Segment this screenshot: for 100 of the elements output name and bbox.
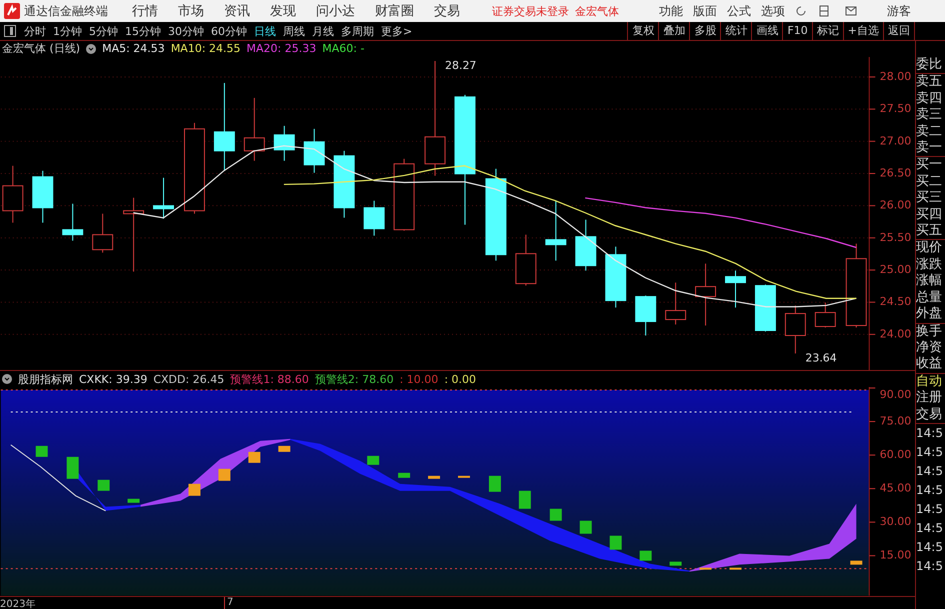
quote-label: 买二	[916, 174, 943, 190]
high-price-label: 28.27	[445, 58, 476, 72]
candlestick	[274, 125, 295, 162]
indicator-value: 预警线1: 88.60	[230, 372, 309, 387]
candlestick	[62, 203, 84, 242]
indicator-value: MA20: 25.33	[246, 42, 316, 56]
candlestick	[32, 170, 54, 224]
period-tab[interactable]: 分时	[24, 24, 46, 38]
quote-label: 交易	[916, 406, 943, 423]
trade-time: 14:5	[916, 482, 944, 499]
menu-item[interactable]: 选项	[761, 2, 785, 20]
candlestick	[754, 284, 776, 332]
toolbar-button[interactable]: 统计	[720, 22, 752, 40]
quote-label: 收益	[916, 356, 943, 373]
trade-time: 14:5	[916, 538, 944, 556]
trade-time: 14:5	[916, 444, 944, 461]
indicator-value: MA60: -	[322, 42, 364, 56]
menu-item[interactable]: 发现	[270, 2, 296, 20]
menu-item[interactable]: 公式	[727, 2, 751, 20]
menu-item[interactable]: 市场	[178, 2, 204, 20]
candlestick	[814, 302, 836, 328]
period-tab[interactable]: 多周期	[341, 24, 374, 38]
menu-item[interactable]: 问小达	[316, 2, 355, 20]
quote-label: 净资	[916, 340, 943, 356]
menu-item[interactable]: 财富圈	[375, 2, 414, 20]
quote-label: 买四	[916, 206, 943, 224]
candlestick	[545, 200, 566, 262]
axis-label: 25.50	[880, 230, 912, 244]
indicator-value: : 0.00	[444, 372, 476, 386]
candlestick	[244, 97, 265, 162]
period-tab[interactable]: 月线	[312, 24, 334, 38]
mail-icon[interactable]	[845, 6, 857, 16]
indicator-value: MA10: 24.55	[170, 42, 241, 56]
candlestick	[635, 295, 656, 336]
toolbar-button[interactable]: 叠加	[658, 22, 690, 40]
chart-title: 金宏气体 (日线)	[2, 41, 80, 56]
quote-label: 涨幅	[916, 273, 943, 290]
period-tab[interactable]: 5分钟	[89, 24, 118, 38]
candlestick	[364, 200, 385, 236]
quote-label: 注册	[916, 390, 943, 407]
panel-toggle-icon[interactable]	[4, 25, 16, 37]
candlestick	[92, 213, 114, 254]
trade-time: 14:5	[916, 520, 944, 537]
toolbar-button[interactable]: F10	[782, 22, 812, 40]
period-tab[interactable]: 60分钟	[211, 24, 247, 38]
quote-label: 总量	[916, 290, 943, 306]
toolbar-button[interactable]: 返回	[883, 22, 914, 40]
quote-label: 卖二	[916, 124, 943, 140]
indicator-value: : 10.00	[400, 372, 438, 386]
trade-time: 14:5	[916, 462, 944, 480]
trade-time: 14:5	[916, 500, 944, 518]
menu-item[interactable]: 版面	[693, 2, 717, 20]
indicator-value: MA5: 24.53	[102, 42, 165, 56]
menu-item[interactable]: 功能	[659, 2, 683, 20]
axis-label: 24.00	[880, 327, 912, 340]
period-tab[interactable]: 15分钟	[125, 24, 161, 38]
candlestick	[665, 282, 686, 325]
quote-label: 自动	[916, 374, 943, 390]
candlestick	[304, 128, 325, 174]
stock-name: 金宏气体	[575, 4, 619, 18]
refresh-icon[interactable]	[795, 5, 807, 17]
candlestick	[153, 177, 174, 220]
period-tab[interactable]: 日线	[254, 24, 276, 38]
axis-label: 25.00	[880, 263, 912, 276]
toolbar-button[interactable]: 多股	[689, 22, 720, 40]
menu-item[interactable]: 行情	[132, 2, 158, 20]
login-notice: 证券交易未登录	[492, 4, 569, 18]
axis-label: 60.00	[880, 448, 912, 462]
toolbar-button[interactable]: 画线	[751, 22, 782, 40]
quote-label: 涨跌	[916, 256, 943, 274]
axis-label: 26.00	[880, 198, 912, 212]
quote-label: 换手	[916, 324, 943, 340]
user-name[interactable]: 游客	[887, 2, 911, 20]
menu-item[interactable]: 交易	[434, 2, 460, 20]
settings-icon[interactable]	[86, 44, 96, 54]
date-label: 7	[224, 597, 267, 609]
period-tab[interactable]: 1分钟	[53, 24, 82, 38]
period-tab[interactable]: 30分钟	[168, 24, 204, 38]
axis-label: 27.00	[880, 134, 912, 148]
settings-icon[interactable]	[2, 374, 12, 384]
axis-label: 15.00	[880, 549, 912, 562]
candlestick	[515, 234, 536, 286]
axis-label: 45.00	[880, 482, 912, 495]
period-tab[interactable]: 更多>	[381, 24, 412, 38]
low-price-label: 23.64	[805, 351, 837, 364]
period-tab[interactable]: 周线	[283, 24, 305, 38]
candlestick	[695, 263, 716, 326]
candlestick	[725, 270, 746, 308]
quote-label: 外盘	[916, 306, 943, 322]
indicator-value: 预警线2: 78.60	[314, 372, 394, 387]
indicator-value: CXDD: 26.45	[153, 372, 224, 386]
candlestick	[605, 246, 626, 308]
axis-label: 30.00	[880, 516, 912, 529]
trade-time: 14:5	[916, 424, 944, 442]
toolbar-button[interactable]: +自选	[842, 22, 883, 40]
menu-item[interactable]: 资讯	[224, 2, 250, 20]
indicator-value: CXKK: 39.39	[79, 372, 148, 386]
candlestick	[334, 150, 355, 218]
toolbar-button[interactable]: 复权	[627, 22, 658, 40]
toolbar-button[interactable]: 标记	[812, 22, 843, 40]
